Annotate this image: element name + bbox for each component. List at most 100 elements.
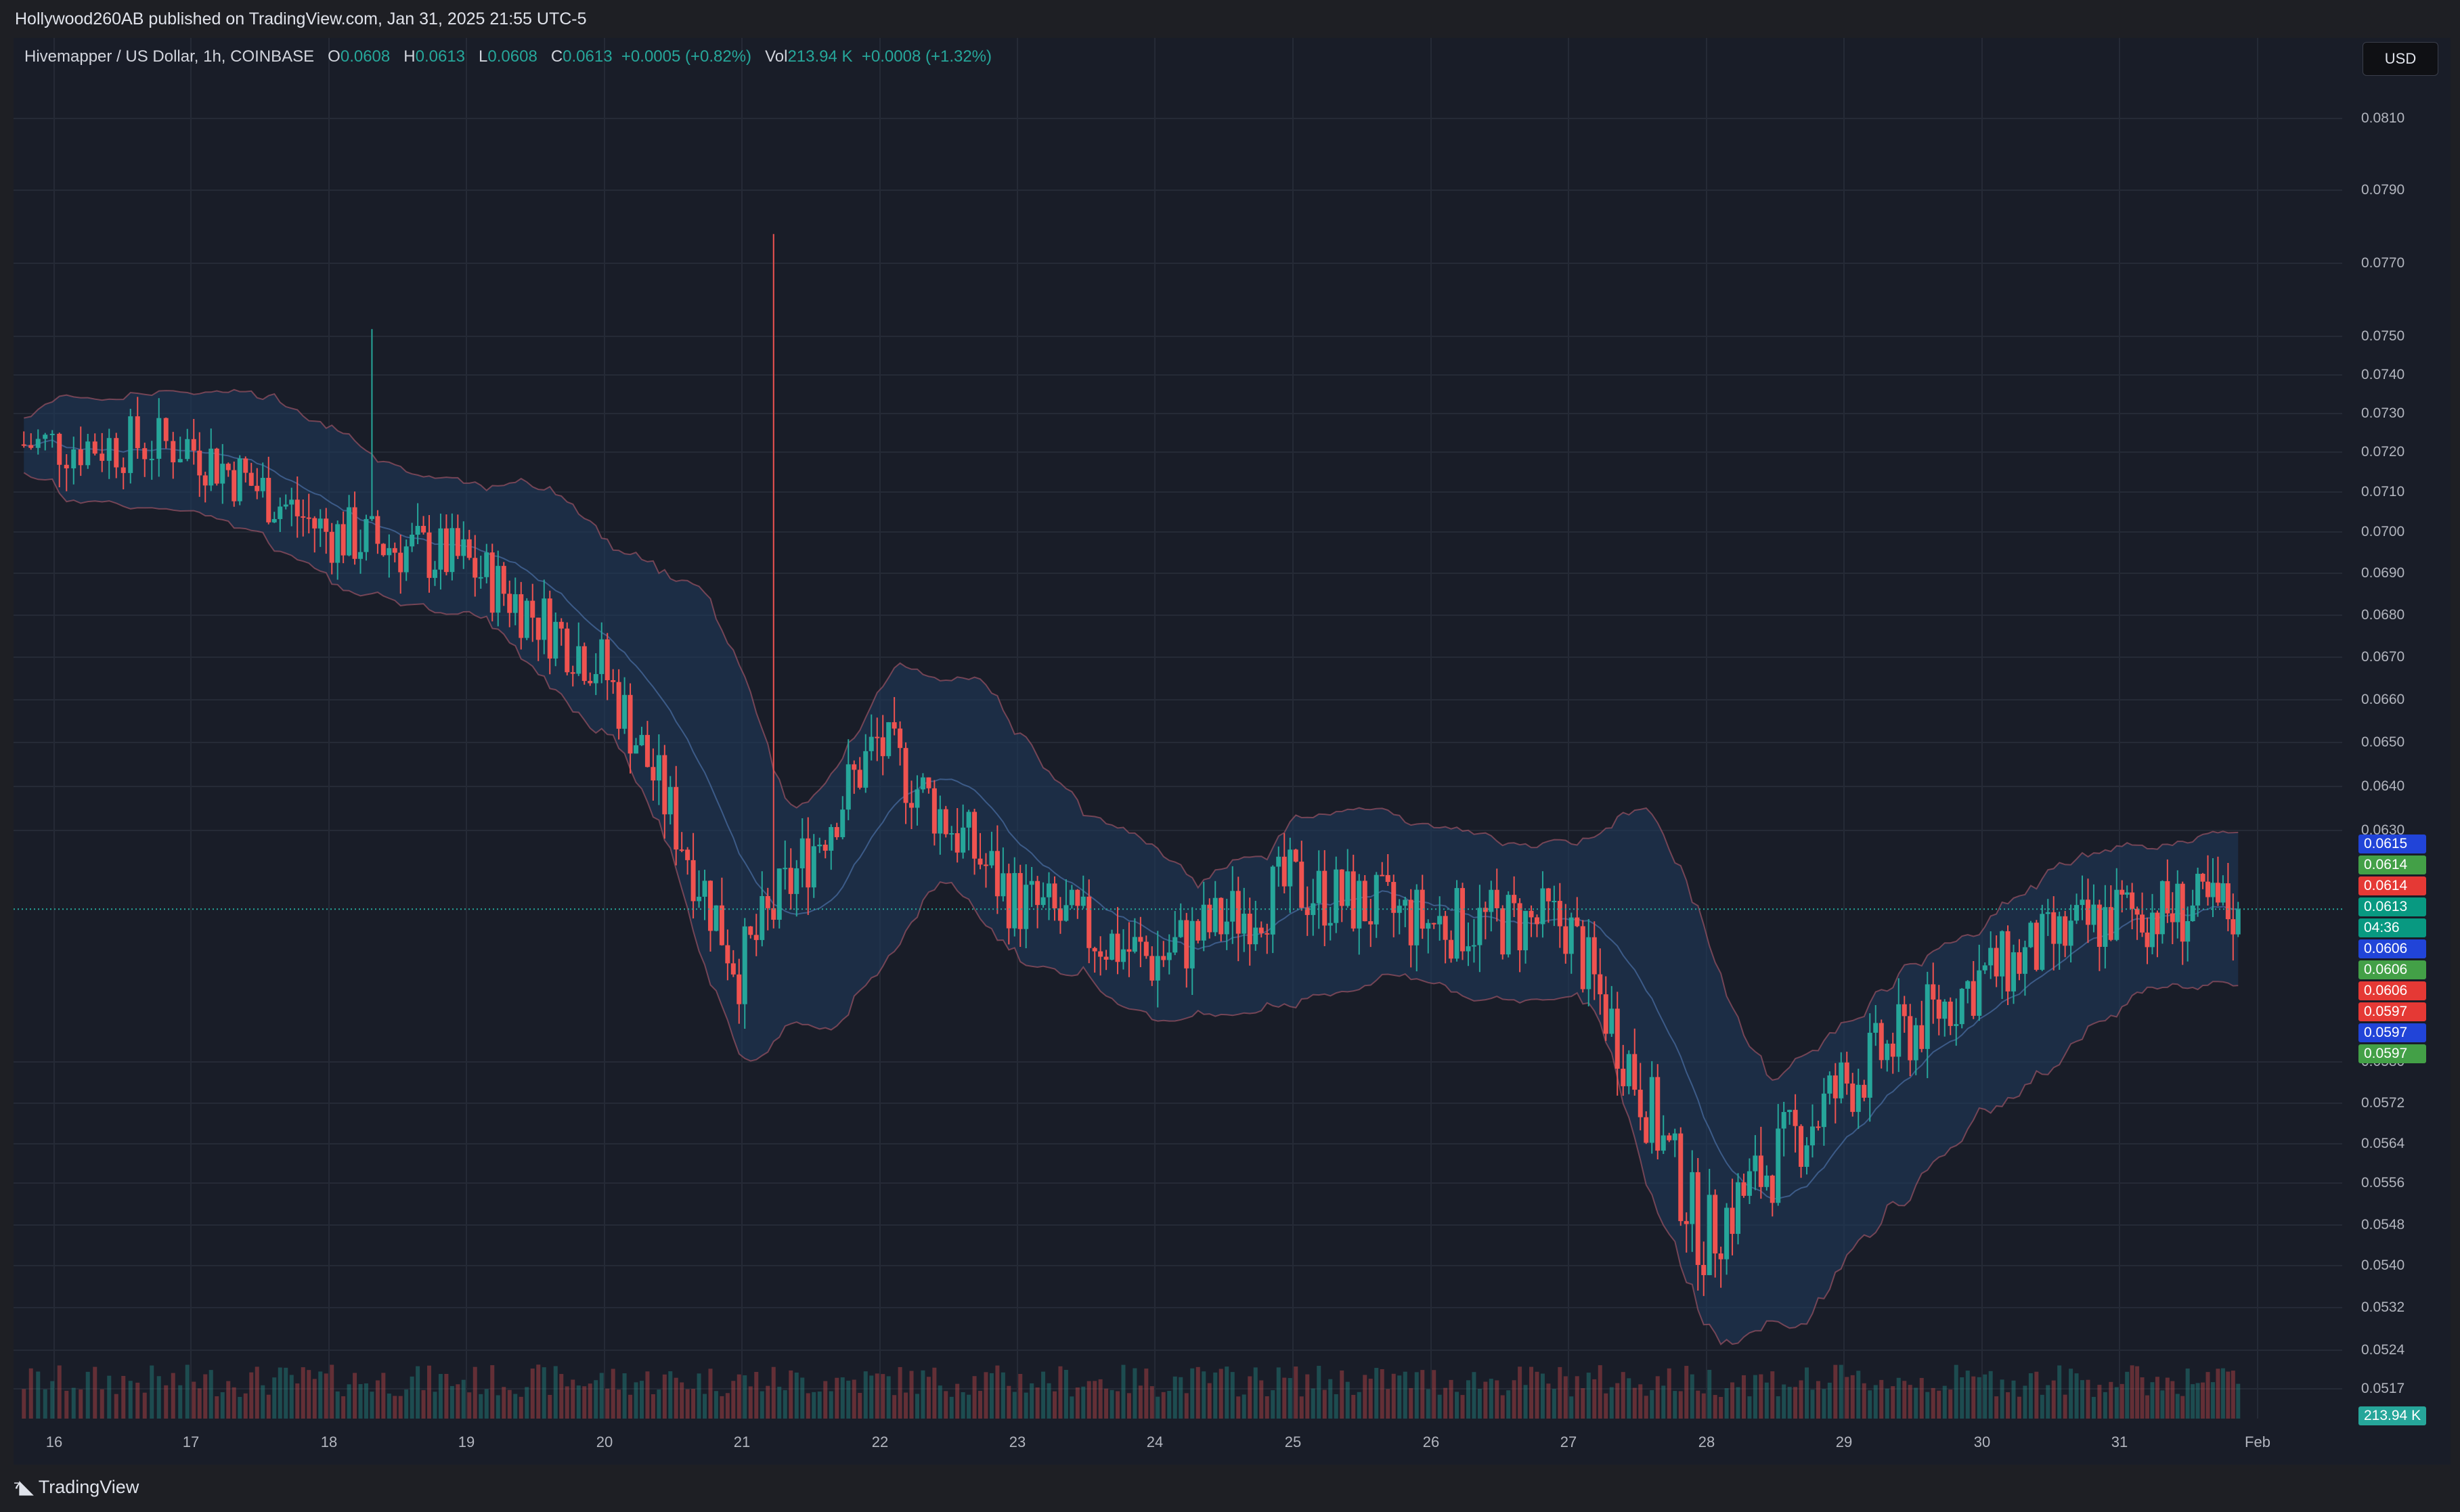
candle-body bbox=[1799, 1126, 1804, 1168]
volume-bar bbox=[249, 1372, 254, 1419]
volume-bar bbox=[43, 1389, 47, 1419]
volume-bar bbox=[576, 1385, 581, 1419]
candle-body bbox=[644, 734, 650, 768]
candle-body bbox=[1143, 941, 1149, 956]
candle-body bbox=[324, 518, 329, 532]
volume-bar bbox=[197, 1388, 202, 1419]
candle-body bbox=[2034, 922, 2039, 970]
candle-body bbox=[2155, 912, 2160, 935]
volume-bar bbox=[617, 1389, 621, 1419]
volume-bar bbox=[685, 1389, 690, 1419]
candle-body bbox=[634, 745, 639, 754]
volume-bar bbox=[364, 1383, 368, 1419]
volume-bar bbox=[2017, 1396, 2021, 1419]
candle-body bbox=[358, 552, 364, 559]
candle-body bbox=[1977, 970, 1982, 1016]
candle-body bbox=[1466, 946, 1471, 952]
volume-bar bbox=[121, 1375, 126, 1419]
volume-bar bbox=[536, 1364, 541, 1419]
volume-bar bbox=[634, 1382, 638, 1419]
volume-bar bbox=[232, 1387, 236, 1419]
volume-bar bbox=[1184, 1393, 1189, 1419]
candle-body bbox=[1047, 883, 1052, 897]
currency-button[interactable]: USD bbox=[2363, 42, 2438, 76]
candle-body bbox=[1161, 956, 1166, 960]
candle-body bbox=[1247, 913, 1252, 945]
price-tag: 0.0606 bbox=[2358, 960, 2426, 979]
candle-body bbox=[347, 507, 352, 556]
price-chart[interactable] bbox=[14, 38, 2451, 1465]
candle-body bbox=[2175, 883, 2180, 922]
candle-body bbox=[2130, 892, 2135, 909]
candle-body bbox=[1288, 849, 1293, 887]
volume-bar bbox=[559, 1374, 564, 1419]
chart-pane[interactable] bbox=[14, 38, 2451, 1465]
symbol-name[interactable]: Hivemapper / US Dollar, 1h, COINBASE bbox=[24, 47, 314, 66]
candle-body bbox=[177, 459, 183, 463]
volume-bar bbox=[178, 1385, 183, 1419]
candle-body bbox=[478, 577, 483, 579]
candle-body bbox=[1638, 1090, 1643, 1117]
candle-body bbox=[1195, 920, 1201, 941]
volume-bar bbox=[978, 1391, 983, 1419]
candle-body bbox=[2140, 914, 2145, 933]
candle-body bbox=[1357, 881, 1362, 929]
candle-body bbox=[1730, 1207, 1735, 1235]
candle-body bbox=[605, 639, 610, 680]
candle-body bbox=[1414, 889, 1420, 946]
candle-body bbox=[2210, 883, 2216, 897]
volume-bar bbox=[553, 1366, 558, 1419]
candle-body bbox=[1345, 871, 1350, 906]
candle-body bbox=[2149, 912, 2155, 948]
volume-bar bbox=[1627, 1378, 1631, 1419]
brand-label: TradingView bbox=[38, 1477, 139, 1497]
volume-bar bbox=[393, 1396, 397, 1419]
candle-body bbox=[1908, 1016, 1913, 1061]
candle-body bbox=[171, 441, 176, 463]
tradingview-brand[interactable]: ⁷◣ TradingView bbox=[14, 1477, 139, 1498]
candle-body bbox=[1040, 897, 1046, 906]
volume-bar bbox=[915, 1394, 919, 1419]
candle-body bbox=[1327, 922, 1333, 926]
volume-bar bbox=[1661, 1385, 1666, 1419]
volume-bar bbox=[858, 1393, 862, 1419]
volume-bar bbox=[318, 1371, 323, 1419]
volume-bar bbox=[1506, 1390, 1511, 1419]
volume-bar bbox=[444, 1373, 449, 1419]
candle-body bbox=[1982, 965, 1987, 971]
volume-bar bbox=[1213, 1372, 1218, 1419]
volume-bar bbox=[1041, 1371, 1046, 1419]
volume-bar bbox=[1340, 1370, 1344, 1419]
candle-body bbox=[329, 531, 334, 563]
volume-bar bbox=[2175, 1394, 2180, 1419]
candle-body bbox=[588, 681, 593, 684]
candle-body bbox=[2063, 916, 2068, 946]
candle-body bbox=[1770, 1175, 1775, 1203]
volume-bar bbox=[1047, 1383, 1051, 1419]
candle-body bbox=[1855, 1084, 1861, 1112]
candle-body bbox=[875, 736, 880, 738]
volume-bar bbox=[2091, 1396, 2096, 1419]
candle-body bbox=[1598, 974, 1603, 995]
time-axis-label: 19 bbox=[458, 1433, 475, 1450]
volume-bar bbox=[812, 1392, 816, 1419]
candle-body bbox=[1575, 917, 1580, 927]
candle-body bbox=[403, 546, 409, 573]
volume-bar bbox=[1523, 1385, 1528, 1419]
candle-body bbox=[1713, 1195, 1718, 1253]
volume-bar bbox=[1052, 1391, 1057, 1419]
volume-bar bbox=[2155, 1377, 2159, 1419]
volume-bar bbox=[1248, 1376, 1252, 1419]
volume-bar bbox=[71, 1387, 76, 1419]
volume-bar bbox=[674, 1377, 678, 1419]
candle-body bbox=[426, 532, 432, 578]
candle-body bbox=[1316, 870, 1321, 904]
candle-body bbox=[35, 439, 41, 448]
volume-bar bbox=[1563, 1376, 1568, 1419]
volume-bar bbox=[387, 1393, 391, 1419]
candle-body bbox=[1736, 1182, 1741, 1235]
candle-body bbox=[1948, 1001, 1953, 1026]
candle-body bbox=[961, 827, 966, 853]
candle-body bbox=[21, 444, 26, 446]
candle-body bbox=[679, 849, 684, 851]
